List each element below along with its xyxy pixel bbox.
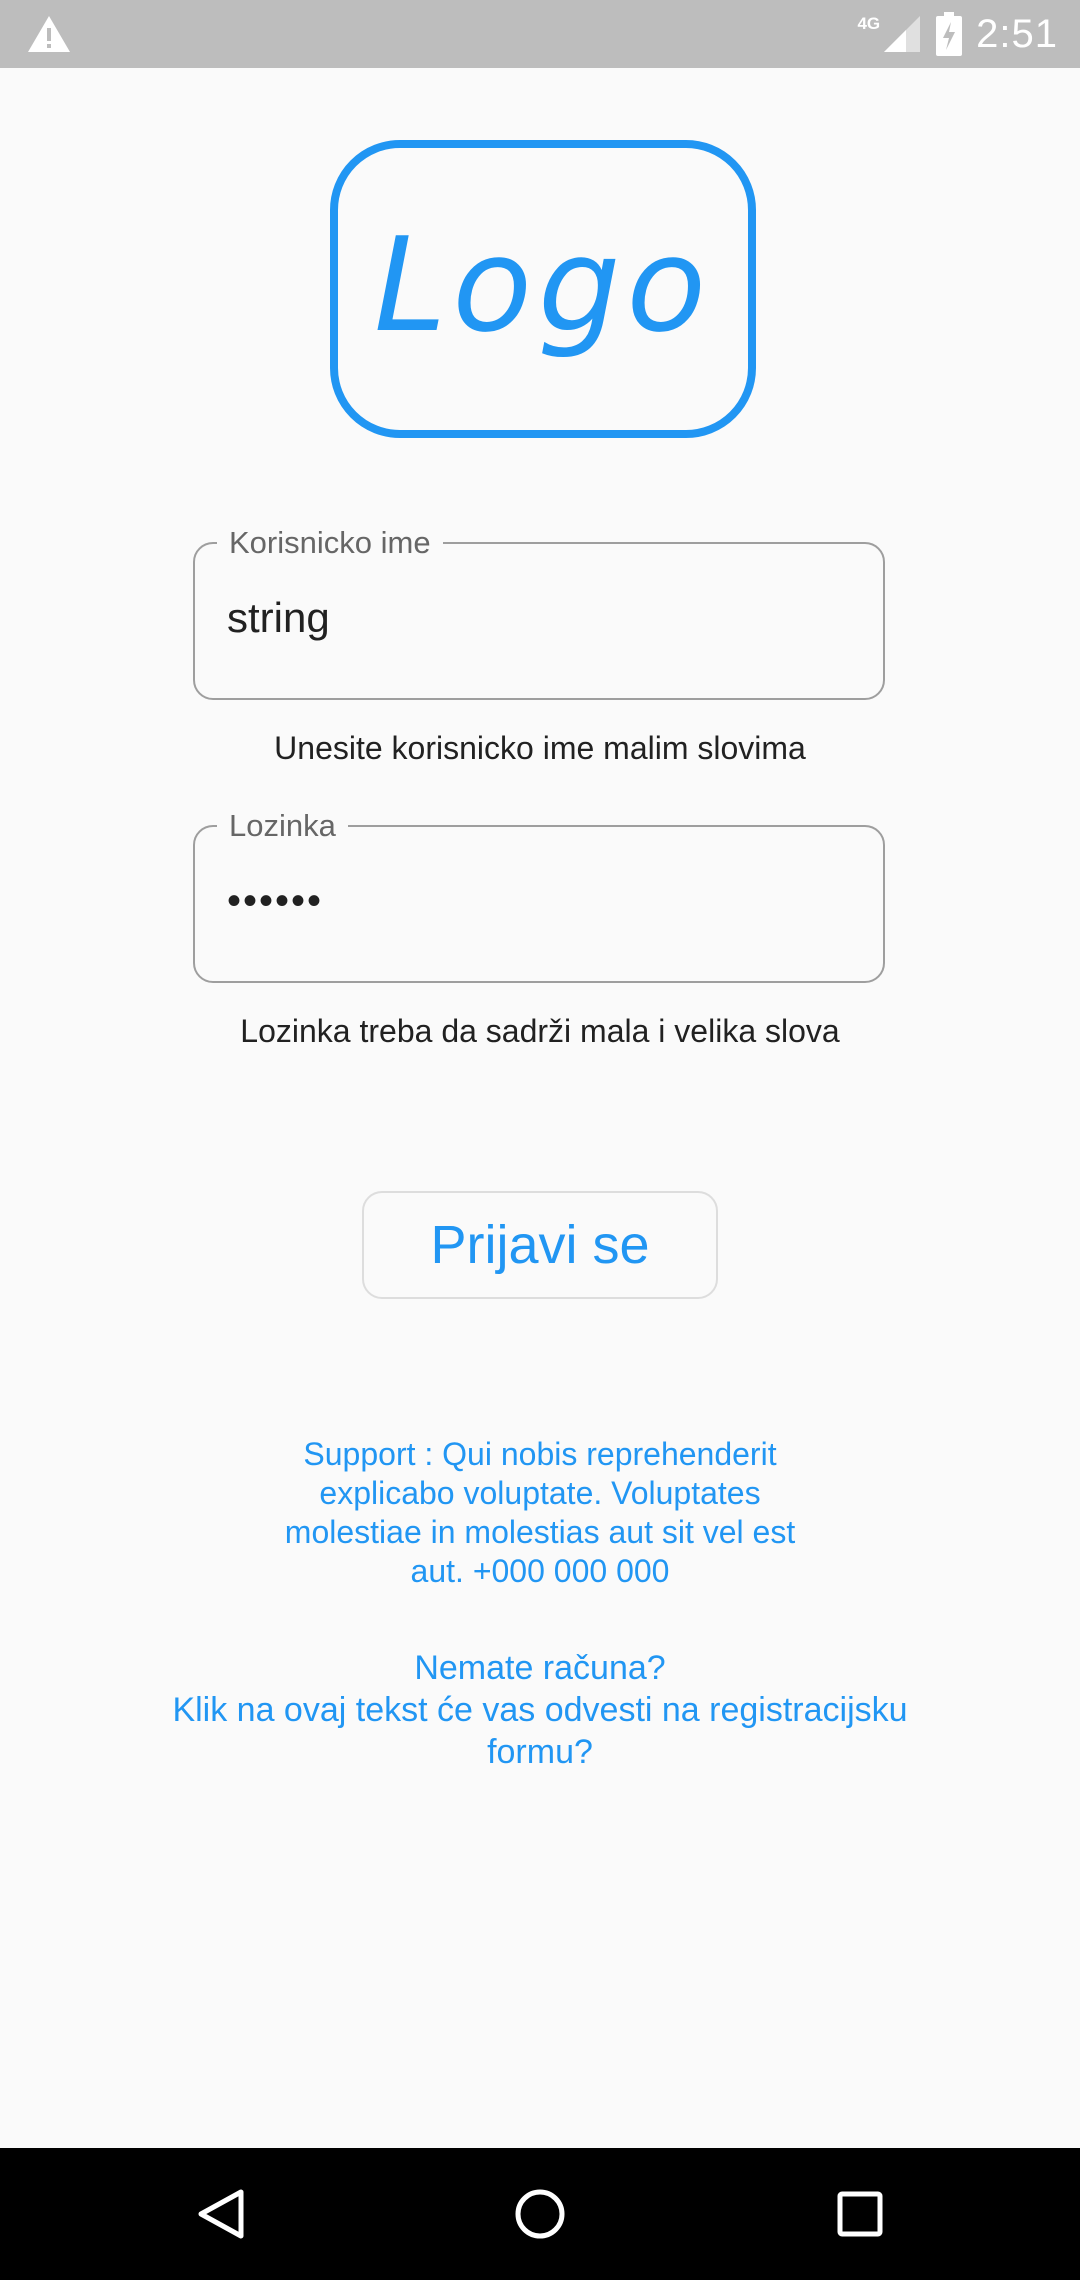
signal-icon <box>884 16 921 52</box>
recents-button[interactable] <box>824 2178 896 2250</box>
back-button[interactable] <box>185 2178 257 2250</box>
username-input[interactable] <box>227 588 847 648</box>
battery-charging-icon <box>936 12 963 56</box>
login-screen: 4G 2:51 Logo Korisnicko ime Unesite kori… <box>0 0 1080 2280</box>
username-field[interactable]: Korisnicko ime <box>193 524 885 700</box>
login-button[interactable]: Prijavi se <box>362 1191 718 1299</box>
support-text: Support : Qui nobis reprehenderit explic… <box>284 1436 796 1589</box>
home-button[interactable] <box>504 2178 576 2250</box>
username-helper-text: Unesite korisnicko ime malim slovima <box>274 730 806 766</box>
register-link[interactable]: Nemate računa? Klik na ovaj tekst će vas… <box>140 1647 940 1773</box>
password-input[interactable] <box>227 871 847 931</box>
back-icon <box>198 2189 244 2239</box>
status-bar: 4G 2:51 <box>0 0 1080 68</box>
register-link-line1[interactable]: Nemate računa? <box>140 1647 940 1689</box>
status-icons: 4G 2:51 <box>857 0 1058 68</box>
password-field[interactable]: Lozinka <box>193 807 885 983</box>
network-type-label: 4G <box>857 14 881 33</box>
warning-icon <box>28 16 70 52</box>
logo-text: Logo <box>373 209 713 361</box>
home-icon <box>515 2189 565 2239</box>
clock: 2:51 <box>976 11 1058 56</box>
recents-icon <box>837 2191 883 2237</box>
register-link-line2[interactable]: Klik na ovaj tekst će vas odvesti na reg… <box>140 1689 940 1773</box>
username-label: Korisnicko ime <box>217 524 443 562</box>
password-helper-text: Lozinka treba da sadrži mala i velika sl… <box>240 1013 840 1049</box>
navigation-bar <box>0 2148 1080 2280</box>
logo: Logo <box>330 140 756 438</box>
password-label: Lozinka <box>217 807 348 845</box>
